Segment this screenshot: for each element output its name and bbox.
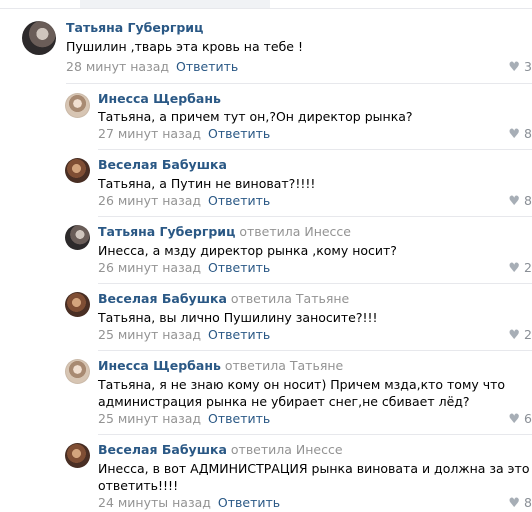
like-button[interactable]: ♥ 6 (508, 411, 532, 428)
author-name[interactable]: Инесса Щербань (98, 358, 221, 373)
comment-author-line: Инесса Щербань ответила Татьяне (98, 358, 343, 374)
comment-timestamp[interactable]: 25 минут назад (98, 327, 201, 342)
comment-text-line: Инесса, в вот АДМИНИСТРАЦИЯ рынка винова… (98, 461, 530, 476)
comment-text-line: Татьяна, а Путин не виноват?!!!! (98, 176, 316, 191)
avatar-inessa[interactable] (65, 93, 90, 118)
heart-icon: ♥ (508, 412, 521, 427)
author-name[interactable]: Татьяна Губергриц (66, 20, 203, 35)
avatar-babushka[interactable] (65, 158, 90, 183)
comment-author-line: Татьяна Губергриц ответила Инессе (98, 224, 351, 240)
reply-link[interactable]: Ответить (208, 193, 270, 208)
comment-author-line: Инесса Щербань (98, 91, 221, 107)
comment-text: Инесса, в вот АДМИНИСТРАЦИЯ рынка винова… (98, 460, 529, 494)
author-name[interactable]: Инесса Щербань (98, 91, 221, 106)
avatar-inessa[interactable] (65, 359, 90, 384)
like-count: 2 (524, 260, 532, 275)
reply-link[interactable]: Ответить (208, 327, 270, 342)
comment-text: Татьяна, а Путин не виноват?!!!! (98, 175, 315, 192)
reply-link[interactable]: Ответить (218, 495, 280, 510)
comment-text-line: Татьяна, я не знаю кому он носит) Причем… (98, 377, 506, 392)
comment-item: Веселая Бабушка Татьяна, а Путин не вино… (0, 156, 532, 214)
comment-meta: 26 минут назад Ответить (98, 260, 270, 276)
author-name[interactable]: Веселая Бабушка (98, 442, 227, 457)
comment-author-line: Веселая Бабушка (98, 157, 227, 173)
like-button[interactable]: ♥ 8 (508, 495, 532, 512)
heart-icon: ♥ (508, 60, 521, 75)
reply-link[interactable]: Ответить (208, 126, 270, 141)
comment-item: Инесса Щербань Татьяна, а причем тут он,… (0, 89, 532, 147)
comment-timestamp[interactable]: 24 минуты назад (98, 495, 211, 510)
reply-link[interactable]: Ответить (176, 59, 238, 74)
comment-text: Татьяна, я не знаю кому он носит) Причем… (98, 376, 505, 410)
comment-meta: 24 минуты назад Ответить (98, 495, 280, 511)
like-count: 2 (524, 327, 532, 342)
reply-to-label[interactable]: ответила Инессе (231, 442, 343, 457)
comment-timestamp[interactable]: 28 минут назад (66, 59, 169, 74)
reply-link[interactable]: Ответить (208, 411, 270, 426)
comment-meta: 25 минут назад Ответить (98, 411, 270, 427)
comment-item: Татьяна Губергриц ответила Инессе Инесса… (0, 223, 532, 281)
heart-icon: ♥ (508, 261, 521, 276)
comment-meta: 25 минут назад Ответить (98, 327, 270, 343)
author-name[interactable]: Веселая Бабушка (98, 157, 227, 172)
comment-item: Веселая Бабушка ответила Татьяне Татьяна… (0, 290, 532, 348)
comment-text: Инесса, а мзду директор рынка ,кому носи… (98, 242, 397, 259)
comment-divider (66, 83, 532, 84)
comment-meta: 28 минут назад Ответить (66, 59, 238, 75)
author-name[interactable]: Татьяна Губергриц (98, 224, 235, 239)
like-count: 8 (524, 495, 532, 510)
like-button[interactable]: ♥ 2 (508, 327, 532, 344)
like-button[interactable]: ♥ 8 (508, 126, 532, 143)
comment-author-line: Веселая Бабушка ответила Татьяне (98, 291, 349, 307)
comment-meta: 27 минут назад Ответить (98, 126, 270, 142)
avatar-babushka[interactable] (65, 443, 90, 468)
avatar-babushka[interactable] (65, 292, 90, 317)
like-count: 3 (524, 59, 532, 74)
comment-text: Татьяна, вы лично Пушилину заносите?!!! (98, 309, 378, 326)
comment-divider (98, 434, 532, 435)
like-button[interactable]: ♥ 2 (508, 260, 532, 277)
like-count: 6 (524, 411, 532, 426)
heart-icon: ♥ (508, 127, 521, 142)
heart-icon: ♥ (508, 194, 521, 209)
avatar-tatyana[interactable] (65, 225, 90, 250)
comment-author-line: Веселая Бабушка ответила Инессе (98, 442, 343, 458)
reply-link[interactable]: Ответить (208, 260, 270, 275)
top-divider (0, 8, 532, 9)
comment-item: Татьяна Губергриц Пушилин ,тварь эта кро… (0, 18, 532, 78)
comment-divider (98, 216, 532, 217)
comment-text-line: Татьяна, а причем тут он,?Он директор ры… (98, 109, 413, 124)
reply-to-label[interactable]: ответила Татьяне (225, 358, 343, 373)
reply-to-label[interactable]: ответила Инессе (239, 224, 351, 239)
comment-item: Веселая Бабушка ответила Инессе Инесса, … (0, 441, 532, 511)
author-name[interactable]: Веселая Бабушка (98, 291, 227, 306)
heart-icon: ♥ (508, 496, 521, 511)
comment-meta: 26 минут назад Ответить (98, 193, 270, 209)
comment-text-line: Инесса, а мзду директор рынка ,кому носи… (98, 243, 397, 258)
comment-text-line: администрация рынка не убирает снег,не с… (98, 394, 470, 409)
like-count: 8 (524, 193, 532, 208)
comment-divider (98, 149, 532, 150)
comment-author-line: Татьяна Губергриц (66, 20, 203, 36)
comment-timestamp[interactable]: 25 минут назад (98, 411, 201, 426)
comment-divider (98, 283, 532, 284)
comment-divider (98, 350, 532, 351)
avatar-tatyana[interactable] (22, 21, 56, 55)
like-count: 8 (524, 126, 532, 141)
comment-text-line: ответить!!!! (98, 478, 179, 493)
comment-timestamp[interactable]: 26 минут назад (98, 193, 201, 208)
comment-text-line: Татьяна, вы лично Пушилину заносите?!!! (98, 310, 378, 325)
comment-text: Пушилин ,тварь эта кровь на тебе ! (66, 38, 303, 55)
like-button[interactable]: ♥ 8 (508, 193, 532, 210)
comment-item: Инесса Щербань ответила Татьяне Татьяна,… (0, 357, 532, 431)
comment-timestamp[interactable]: 27 минут назад (98, 126, 201, 141)
reply-to-label[interactable]: ответила Татьяне (231, 291, 349, 306)
comment-timestamp[interactable]: 26 минут назад (98, 260, 201, 275)
previous-content-edge (80, 0, 270, 8)
comment-text: Татьяна, а причем тут он,?Он директор ры… (98, 108, 413, 125)
comment-text-line: Пушилин ,тварь эта кровь на тебе ! (66, 39, 303, 54)
like-button[interactable]: ♥ 3 (508, 59, 532, 76)
heart-icon: ♥ (508, 328, 521, 343)
